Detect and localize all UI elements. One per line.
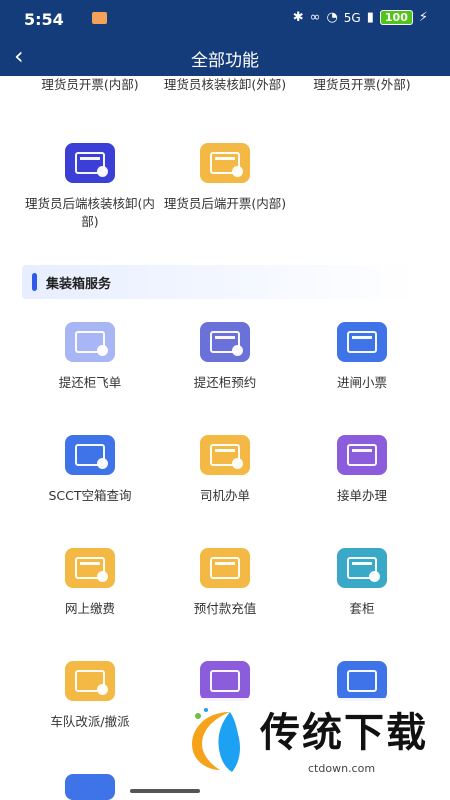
watermark-url: ctdown.com: [308, 762, 376, 775]
grid-item-backend-check-internal[interactable]: 理货员后端核装核卸(内部): [20, 143, 160, 231]
grid-item-label: 进闸小票: [336, 375, 387, 390]
gate-entry-icon: [337, 322, 387, 362]
grid-item-label: 预付款充值: [193, 601, 257, 616]
grid-item-gate-ticket[interactable]: 进闸小票: [292, 322, 432, 392]
grid-item-online-payment[interactable]: 网上缴费: [20, 548, 160, 618]
container-icon: [337, 548, 387, 588]
ticket-search-icon: [65, 143, 115, 183]
battery-level: 100: [379, 10, 413, 25]
box-search-icon: [65, 435, 115, 475]
section-title: 集装箱服务: [46, 277, 112, 292]
nav-bar: ‹ 全部功能: [0, 40, 450, 76]
driver-document-icon: [200, 435, 250, 475]
grid-item-label: 理货员核装核卸(外部): [163, 77, 287, 92]
grid-item-label: 提还柜飞单: [58, 375, 122, 390]
status-bar: 5:54 ✱ ∞ ◔ 5G ▮ 100 ⚡: [0, 0, 450, 40]
watermark: 传统下载 ctdown.com: [180, 698, 440, 788]
signal-label: 5G: [343, 10, 361, 25]
status-time: 5:54: [24, 10, 64, 29]
grid-item-label: 提还柜预约: [193, 375, 257, 390]
grid-item-clerk-check-external[interactable]: 理货员核装核卸(外部): [155, 76, 295, 94]
grid-item-clerk-invoice-external[interactable]: 理货员开票(外部): [292, 76, 432, 94]
ctdown-logo-icon: [192, 708, 240, 772]
payment-icon: [65, 548, 115, 588]
signal-icon: ▮: [366, 10, 374, 25]
charging-icon: ⚡: [418, 10, 428, 25]
camera-icon: [65, 322, 115, 362]
grid-item-pickup-return-order[interactable]: 提还柜飞单: [20, 322, 160, 392]
section-header: 集装箱服务: [22, 265, 417, 299]
grid-item-container-set[interactable]: 套柜: [292, 548, 432, 618]
grid-item-label: 理货员后端开票(内部): [163, 196, 287, 211]
home-indicator: [130, 789, 200, 793]
section-marker: [32, 273, 37, 291]
grid-item-backend-invoice-internal[interactable]: 理货员后端开票(内部): [155, 143, 295, 213]
link-icon: ∞: [309, 10, 321, 25]
grid-item-partial[interactable]: [20, 774, 160, 800]
grid-item-clerk-invoice-internal[interactable]: 理货员开票(内部): [20, 76, 160, 94]
wifi-icon: ◔: [326, 10, 338, 25]
container-schedule-icon: [200, 322, 250, 362]
bluetooth-icon: ✱: [292, 10, 304, 25]
grid-item-pickup-return-booking[interactable]: 提还柜预约: [155, 322, 295, 392]
page-title: 全部功能: [191, 51, 259, 71]
grid-item-order-handling[interactable]: 接单办理: [292, 435, 432, 505]
grid-item-prepaid-topup[interactable]: 预付款充值: [155, 548, 295, 618]
grid-item-driver-order[interactable]: 司机办单: [155, 435, 295, 505]
partial-icon: [65, 774, 115, 800]
grid-item-scct-empty-query[interactable]: SCCT空箱查询: [20, 435, 160, 505]
grid-item-label: 司机办单: [199, 488, 250, 503]
clipboard-icon: [200, 661, 250, 701]
grid-item-label: 理货员后端核装核卸(内部): [25, 196, 155, 229]
status-indicators: ✱ ∞ ◔ 5G ▮ 100 ⚡: [293, 10, 428, 25]
reassign-icon: [65, 661, 115, 701]
ticket-icon: [200, 143, 250, 183]
grid-item-label: SCCT空箱查询: [48, 488, 132, 503]
grid-item-document[interactable]: [292, 661, 432, 701]
notification-icon: [92, 12, 107, 24]
grid-item-clipboard[interactable]: [155, 661, 295, 701]
grid-item-label: 网上缴费: [64, 601, 115, 616]
grid-item-label: 接单办理: [336, 488, 387, 503]
grid-item-label: 套柜: [349, 601, 375, 616]
grid-item-label: 车队改派/撤派: [50, 714, 130, 729]
watermark-title: 传统下载: [260, 710, 428, 756]
document-icon: [337, 661, 387, 701]
grid-item-label: 理货员开票(外部): [313, 77, 411, 92]
grid-item-label: 理货员开票(内部): [41, 77, 139, 92]
hand-order-icon: [337, 435, 387, 475]
grid-item-fleet-reassign[interactable]: 车队改派/撤派: [20, 661, 160, 731]
prepaid-icon: [200, 548, 250, 588]
